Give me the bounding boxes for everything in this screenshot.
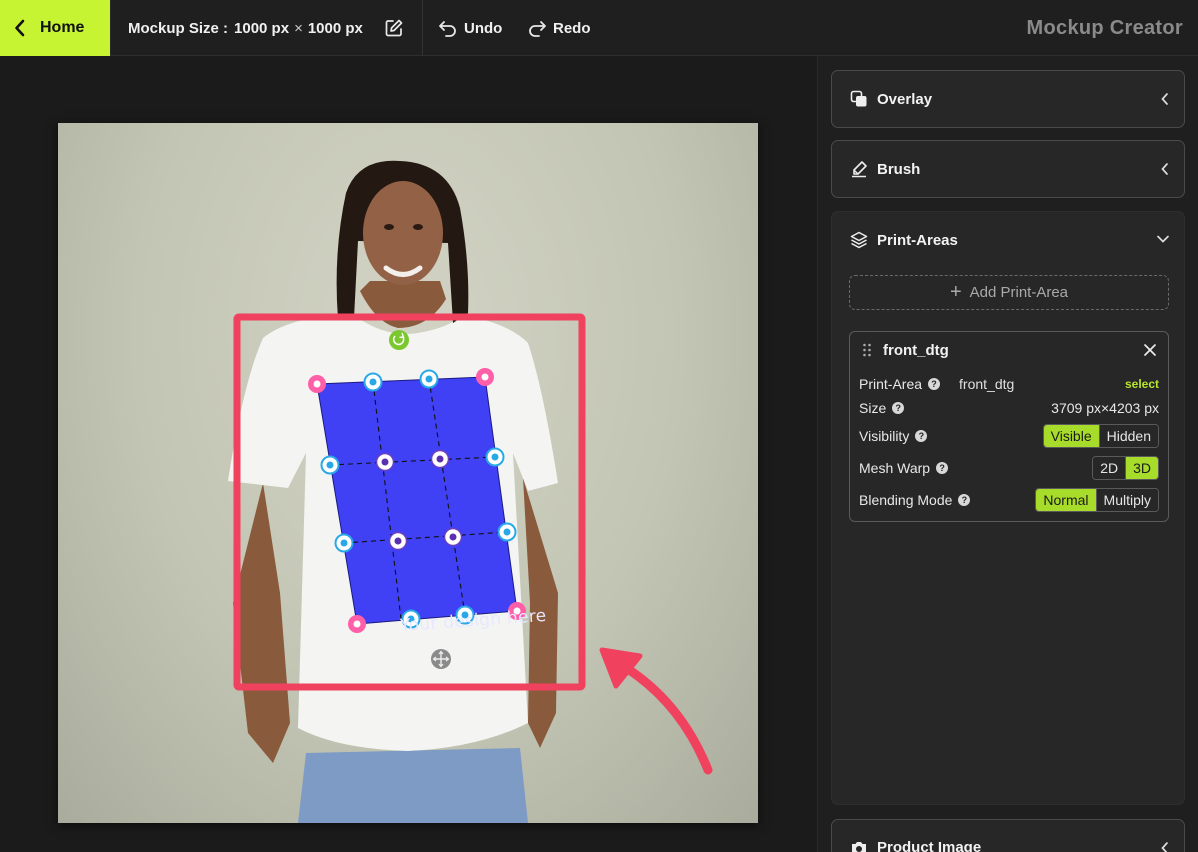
rotate-handle-icon[interactable]: [389, 330, 409, 350]
print-area-row: Print-Area ? front_dtg select: [859, 372, 1159, 396]
size-row-label: Size: [859, 400, 887, 416]
overlay-label: Overlay: [877, 90, 933, 108]
mesh-warp-option-3d[interactable]: 3D: [1125, 457, 1158, 479]
mesh-warp-row-label: Mesh Warp: [859, 460, 931, 476]
redo-button[interactable]: Redo: [527, 0, 591, 56]
home-button[interactable]: Home: [0, 0, 111, 56]
mockup-width: 1000 px: [234, 19, 290, 37]
move-handle-icon[interactable]: [431, 649, 451, 669]
mesh-warp-option-2d[interactable]: 2D: [1093, 457, 1126, 479]
print-area-card-title: front_dtg: [883, 342, 949, 359]
product-image-label: Product Image: [877, 839, 982, 852]
brush-label: Brush: [877, 160, 921, 178]
mockup-size: Mockup Size : 1000 px × 1000 px: [128, 0, 363, 56]
visibility-row-label: Visibility: [859, 428, 910, 444]
print-area-card: front_dtg Print-Area ? front_dtg select …: [849, 331, 1169, 522]
blending-mode-option-normal[interactable]: Normal: [1036, 489, 1096, 511]
visibility-option-visible[interactable]: Visible: [1043, 425, 1099, 447]
help-icon[interactable]: ?: [936, 462, 949, 474]
redo-label: Redo: [553, 19, 591, 37]
mesh-warp-row: Mesh Warp ? 2D 3D: [859, 456, 1159, 480]
visibility-row: Visibility ? Visible Hidden: [859, 424, 1159, 448]
blending-mode-row-label: Blending Mode: [859, 492, 953, 508]
camera-icon: [850, 839, 868, 852]
print-areas-label: Print-Areas: [877, 231, 958, 249]
undo-icon: [439, 21, 456, 37]
blending-mode-option-multiply[interactable]: Multiply: [1095, 489, 1158, 511]
top-bar: Home Mockup Size : 1000 px × 1000 px Und…: [0, 0, 1198, 56]
drag-handle-icon[interactable]: [862, 343, 872, 357]
home-label: Home: [40, 19, 85, 36]
add-print-area-button[interactable]: + Add Print-Area: [849, 275, 1169, 310]
edit-size-button[interactable]: [384, 18, 404, 38]
chevron-down-icon: [1157, 235, 1169, 243]
undo-button[interactable]: Undo: [438, 0, 502, 56]
size-value: 3709 px×4203 px: [1051, 400, 1159, 416]
close-icon[interactable]: [1143, 343, 1157, 357]
chevron-left-icon: [1161, 163, 1168, 175]
undo-label: Undo: [464, 19, 503, 37]
annotation-arrow-icon: [599, 647, 713, 775]
overlay-section-header[interactable]: Overlay: [831, 70, 1185, 128]
print-area-row-label: Print-Area: [859, 376, 923, 392]
app-title: Mockup Creator: [1026, 16, 1183, 39]
select-link[interactable]: select: [1125, 377, 1159, 391]
side-panel: Overlay Brush Print-Areas + Add Print-Ar…: [817, 56, 1198, 852]
help-icon[interactable]: ?: [958, 494, 971, 506]
times-symbol: ×: [294, 19, 303, 37]
print-areas-section-header[interactable]: Print-Areas: [832, 212, 1184, 268]
edit-icon: [385, 19, 403, 37]
brush-section-header[interactable]: Brush: [831, 140, 1185, 198]
help-icon[interactable]: ?: [892, 402, 905, 414]
redo-icon: [529, 21, 546, 37]
help-icon[interactable]: ?: [928, 378, 941, 390]
product-image-section-header[interactable]: Product Image: [831, 819, 1185, 852]
mockup-creator-app: Home Mockup Size : 1000 px × 1000 px Und…: [0, 0, 1198, 852]
chevron-left-icon: [1161, 93, 1168, 105]
chevron-left-icon: [15, 19, 25, 37]
mockup-size-label: Mockup Size :: [128, 19, 229, 37]
chevron-left-icon: [1161, 842, 1168, 852]
mesh-warp-toggle: 2D 3D: [1092, 456, 1159, 480]
plus-icon: +: [949, 281, 962, 303]
help-icon[interactable]: ?: [915, 430, 928, 442]
visibility-option-hidden[interactable]: Hidden: [1098, 425, 1158, 447]
mockup-height: 1000 px: [307, 19, 363, 37]
print-areas-section: Print-Areas + Add Print-Area front_dtg P…: [831, 211, 1185, 805]
brush-icon: [850, 160, 868, 178]
blending-mode-toggle: Normal Multiply: [1035, 488, 1159, 512]
add-print-area-label: Add Print-Area: [969, 284, 1069, 301]
size-row: Size ? 3709 px×4203 px: [859, 396, 1159, 420]
visibility-toggle: Visible Hidden: [1042, 424, 1159, 448]
divider: [422, 0, 423, 56]
print-area-row-value: front_dtg: [959, 376, 1015, 392]
blending-mode-row: Blending Mode ? Normal Multiply: [859, 488, 1159, 512]
overlay-icon: [850, 90, 868, 108]
layers-icon: [850, 231, 868, 249]
divider: [110, 0, 111, 56]
